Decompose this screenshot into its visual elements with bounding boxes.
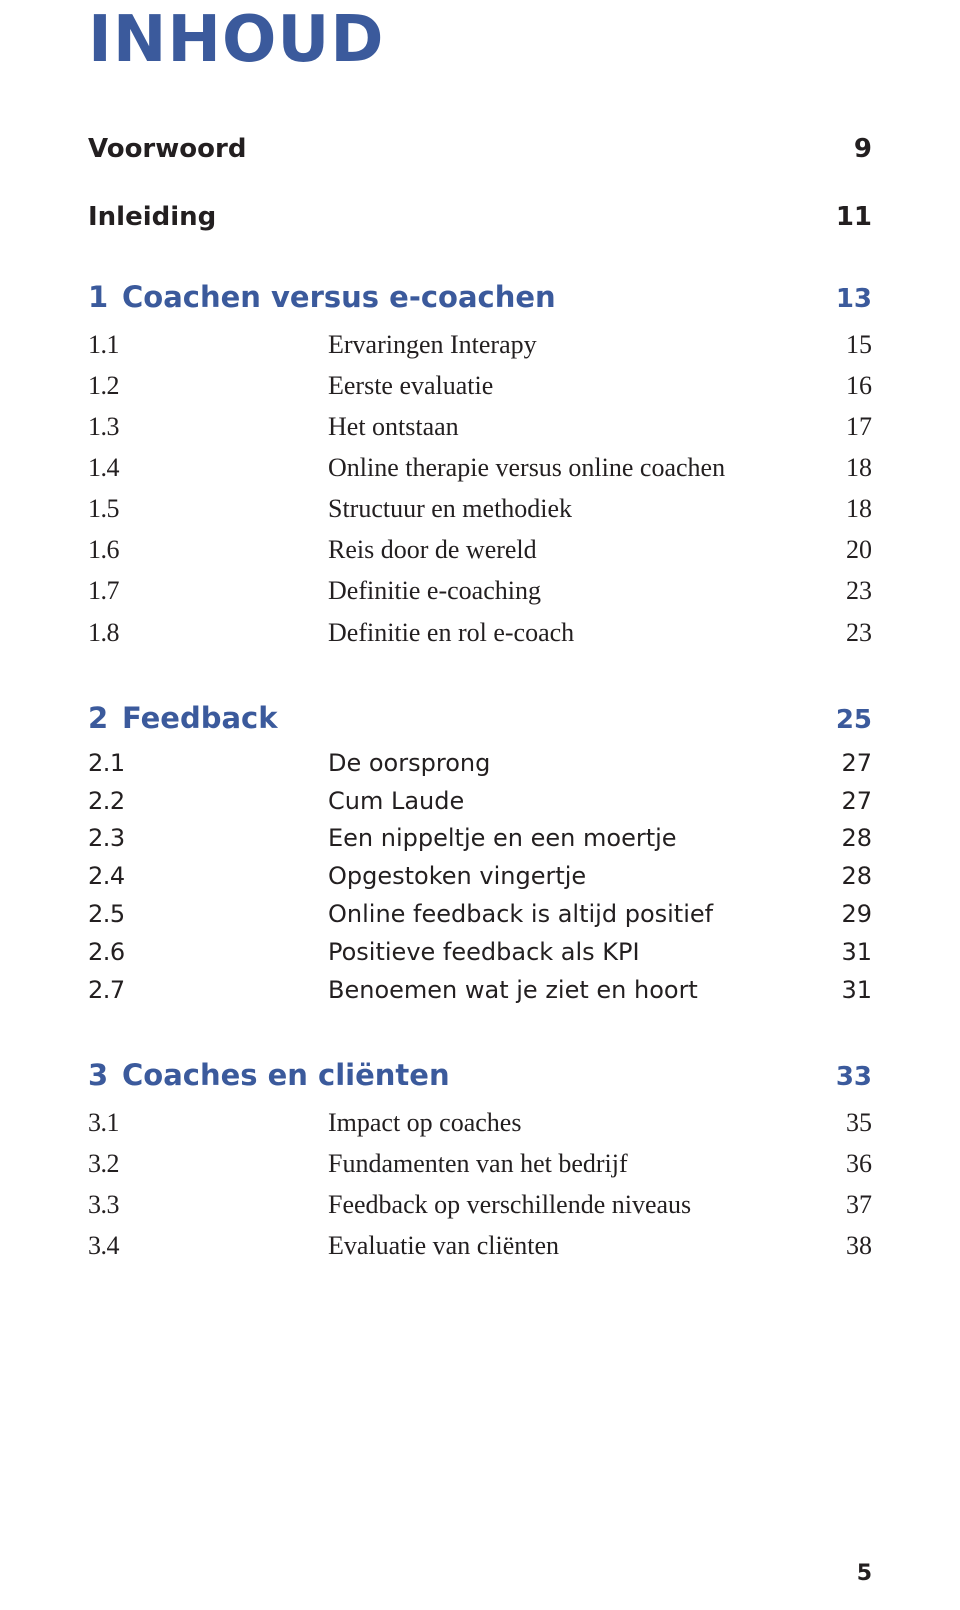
section-label: Positieve feedback als KPI — [328, 938, 640, 967]
chapter-number: 1 — [88, 280, 109, 314]
section-row[interactable]: 1.8 Definitie en rol e-coach 23 — [88, 612, 872, 653]
section-row[interactable]: 3.2 Fundamenten van het bedrijf 36 — [88, 1143, 872, 1184]
page-title: INHOUD — [88, 3, 385, 77]
section-page: 35 — [846, 1107, 872, 1137]
section-label: Opgestoken vingertje — [328, 862, 587, 891]
section-label: De oorsprong — [328, 748, 491, 777]
section-label: Impact op coaches — [328, 1107, 522, 1137]
section-page: 18 — [846, 453, 872, 483]
chapter-page: 25 — [835, 704, 872, 735]
section-label: Benoemen wat je ziet en hoort — [328, 976, 698, 1005]
section-label: Het ontstaan — [328, 412, 459, 442]
chapter-page: 13 — [835, 284, 872, 314]
section-row[interactable]: 2.7 Benoemen wat je ziet en hoort 31 — [88, 972, 872, 1010]
section-page: 20 — [846, 535, 872, 565]
section-page: 37 — [846, 1190, 872, 1220]
section-row[interactable]: 2.3 Een nippeltje en een moertje 28 — [88, 820, 872, 858]
section-row[interactable]: 1.7 Definitie e-coaching 23 — [88, 570, 872, 611]
section-page: 38 — [846, 1231, 872, 1261]
section-page: 23 — [846, 576, 872, 606]
chapter-heading-3[interactable]: 3 Coaches en cliënten 33 — [88, 1058, 872, 1092]
section-label: Een nippeltje en een moertje — [328, 824, 677, 853]
section-page: 17 — [846, 412, 872, 442]
front-matter-list: Voorwoord 9 Inleiding 11 — [88, 134, 872, 232]
chapter-number: 3 — [88, 1057, 109, 1092]
section-page: 28 — [841, 824, 872, 853]
section-label: Ervaringen Interapy — [328, 330, 537, 359]
section-page: 31 — [841, 976, 872, 1005]
section-page: 16 — [846, 371, 872, 401]
section-row[interactable]: 3.3 Feedback op verschillende niveaus 37 — [88, 1184, 872, 1225]
section-row[interactable]: 3.1 Impact op coaches 35 — [88, 1102, 872, 1143]
section-label: Fundamenten van het bedrijf — [328, 1149, 628, 1179]
section-label: Online feedback is altijd positief — [328, 900, 714, 929]
section-label: Feedback op verschillende niveaus — [328, 1190, 692, 1220]
front-matter-page: 11 — [835, 202, 872, 232]
chapter-block-2: 2 Feedback 25 2.1 De oorsprong 27 2.2 Cu… — [88, 701, 872, 1010]
front-matter-label: Inleiding — [88, 202, 217, 232]
section-page: 15 — [846, 330, 872, 359]
section-row[interactable]: 1.3 Het ontstaan 17 — [88, 406, 872, 447]
section-row[interactable]: 1.1 Ervaringen Interapy 15 — [88, 324, 872, 365]
section-page: 18 — [846, 494, 872, 524]
section-label: Definitie e-coaching — [328, 576, 541, 606]
section-label: Eerste evaluatie — [328, 371, 494, 401]
chapter-heading-1[interactable]: 1 Coachen versus e-coachen 13 — [88, 280, 872, 314]
section-row[interactable]: 2.2 Cum Laude 27 — [88, 783, 872, 821]
section-page: 36 — [846, 1149, 872, 1179]
section-label: Definitie en rol e-coach — [328, 617, 575, 647]
section-page: 23 — [846, 617, 872, 647]
section-label: Reis door de wereld — [328, 535, 537, 565]
front-matter-row[interactable]: Voorwoord 9 — [88, 134, 872, 164]
footer-page-number: 5 — [856, 1561, 872, 1586]
section-label: Evaluatie van cliënten — [328, 1231, 560, 1261]
front-matter-row[interactable]: Inleiding 11 — [88, 202, 872, 232]
section-row[interactable]: 2.1 De oorsprong 27 — [88, 745, 872, 783]
chapter-block-1: 1 Coachen versus e-coachen 13 1.1 Ervari… — [88, 280, 872, 653]
section-label: Cum Laude — [328, 786, 465, 815]
toc-page: INHOUD Voorwoord 9 Inleiding 11 1 Coache… — [0, 0, 960, 1610]
section-row[interactable]: 2.4 Opgestoken vingertje 28 — [88, 858, 872, 896]
chapter-label: Feedback — [122, 700, 278, 735]
section-page: 27 — [841, 748, 872, 777]
section-row[interactable]: 1.6 Reis door de wereld 20 — [88, 529, 872, 570]
section-page: 31 — [841, 938, 872, 967]
section-row[interactable]: 1.5 Structuur en methodiek 18 — [88, 488, 872, 529]
section-label: Online therapie versus online coachen — [328, 453, 726, 483]
section-row[interactable]: 3.4 Evaluatie van cliënten 38 — [88, 1225, 872, 1266]
section-row[interactable]: 2.5 Online feedback is altijd positief 2… — [88, 896, 872, 934]
chapter-block-3: 3 Coaches en cliënten 33 3.1 Impact op c… — [88, 1058, 872, 1266]
section-row[interactable]: 1.4 Online therapie versus online coache… — [88, 447, 872, 488]
chapter-page: 33 — [835, 1061, 872, 1092]
section-row[interactable]: 2.6 Positieve feedback als KPI 31 — [88, 934, 872, 972]
chapter-label: Coaches en cliënten — [122, 1057, 450, 1092]
front-matter-page: 9 — [853, 134, 872, 164]
section-label: Structuur en methodiek — [328, 494, 573, 524]
chapter-heading-2[interactable]: 2 Feedback 25 — [88, 701, 872, 735]
chapter-number: 2 — [88, 700, 109, 735]
section-page: 29 — [841, 900, 872, 929]
front-matter-label: Voorwoord — [88, 134, 247, 164]
section-page: 28 — [841, 862, 872, 891]
chapter-label: Coachen versus e-coachen — [122, 280, 556, 314]
section-row[interactable]: 1.2 Eerste evaluatie 16 — [88, 365, 872, 406]
section-page: 27 — [841, 786, 872, 815]
